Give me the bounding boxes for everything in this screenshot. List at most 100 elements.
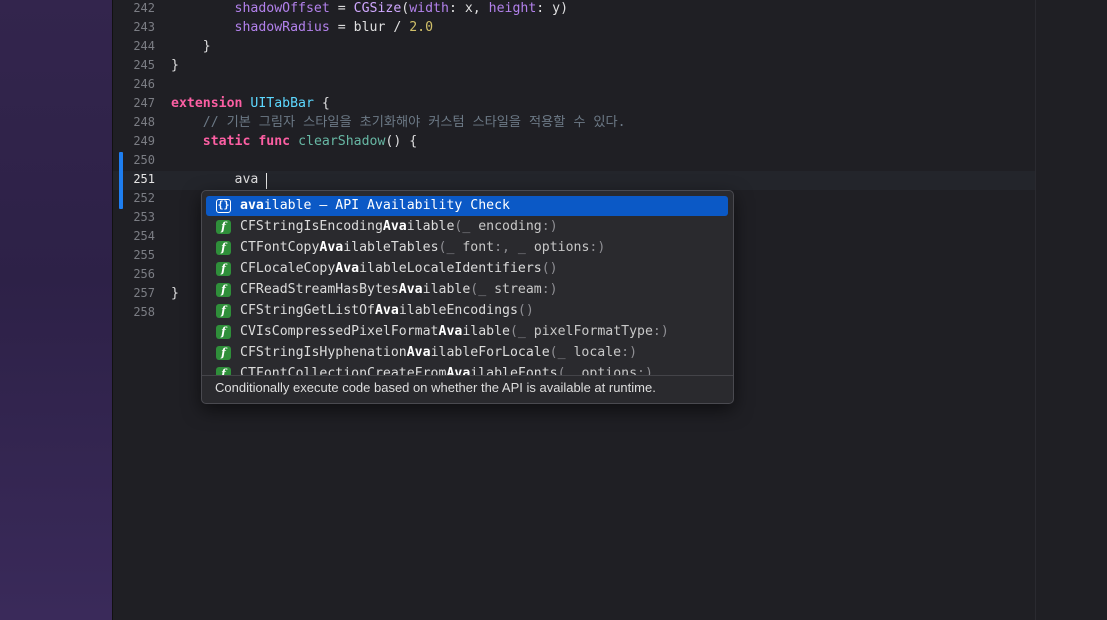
completion-item-label: CTFontCopyAvailableTables(_ font:, _ opt…	[240, 238, 605, 258]
label-part: CFReadStreamHasBytes	[240, 282, 399, 297]
code-token: height	[488, 1, 537, 16]
code-text[interactable]: shadowRadius = blur / 2.0	[171, 18, 434, 37]
line-number: 242	[133, 1, 155, 15]
line-number: 253	[133, 210, 155, 224]
code-line[interactable]: 251 ava	[113, 170, 1036, 189]
label-part: ilable	[462, 324, 510, 339]
line-number: 252	[133, 191, 155, 205]
label-part: Ava	[398, 282, 423, 297]
code-token: func	[258, 134, 291, 149]
code-line[interactable]: 250	[113, 151, 1036, 170]
function-icon: f	[216, 367, 231, 375]
code-line[interactable]: 245}	[113, 56, 1036, 75]
label-part: stream	[494, 282, 542, 297]
line-number: 243	[133, 20, 155, 34]
label-part: CTFontCopy	[240, 240, 320, 255]
code-token: CGSize	[353, 1, 402, 16]
function-icon: f	[216, 241, 231, 255]
completion-item-label: CFLocaleCopyAvailableLocaleIdentifiers()	[240, 259, 558, 279]
completion-item[interactable]: f CFStringGetListOfAvailableEncodings()	[206, 301, 728, 321]
code-text[interactable]: shadowOffset = CGSize(width: x, height: …	[171, 0, 569, 18]
label-part: ilableForLocale	[430, 345, 550, 360]
label-part: :)	[637, 366, 653, 375]
label-part: CFLocaleCopy	[240, 261, 336, 276]
completion-item-label: CFStringIsHyphenationAvailableForLocale(…	[240, 343, 637, 363]
code-token: UITabBar	[250, 96, 314, 111]
code-line[interactable]: 246	[113, 75, 1036, 94]
label-part: Ava	[319, 240, 344, 255]
completion-description: Conditionally execute code based on whet…	[215, 380, 656, 395]
label-part: (_	[549, 345, 574, 360]
completion-item[interactable]: f CFStringIsEncodingAvailable(_ encoding:…	[206, 217, 728, 237]
line-number: 256	[133, 267, 155, 281]
line-number: 248	[133, 115, 155, 129]
code-text[interactable]: ava	[171, 170, 259, 189]
line-number: 255	[133, 248, 155, 262]
braces-icon: {}	[216, 199, 231, 213]
label-part: Ava	[335, 261, 360, 276]
line-number: 247	[133, 96, 155, 110]
code-line[interactable]: 249 static func clearShadow() {	[113, 132, 1036, 151]
label-part: CFStringGetListOf	[240, 303, 375, 318]
label-part: :)	[541, 219, 558, 234]
completion-item[interactable]: f CFLocaleCopyAvailableLocaleIdentifiers(…	[206, 259, 728, 279]
code-text[interactable]: }	[171, 284, 179, 303]
label-part: font	[462, 240, 495, 255]
code-text[interactable]: extension UITabBar {	[171, 94, 330, 113]
label-part: options	[581, 366, 638, 375]
code-token: () {	[385, 134, 418, 149]
line-number: 251	[133, 172, 155, 186]
label-part: locale	[573, 345, 622, 360]
code-token: static	[202, 134, 251, 149]
label-part: ilableLocaleIdentifiers	[359, 261, 542, 276]
code-token: }	[171, 58, 179, 73]
completion-item[interactable]: f CFStringIsHyphenationAvailableForLocale…	[206, 343, 728, 363]
code-line[interactable]: 242 shadowOffset = CGSize(width: x, heig…	[113, 0, 1036, 18]
function-icon: f	[216, 346, 231, 360]
completion-item-selected[interactable]: {} available – API Availability Check	[206, 196, 728, 216]
code-token: }	[202, 39, 211, 54]
completion-item[interactable]: f CTFontCopyAvailableTables(_ font:, _ op…	[206, 238, 728, 258]
label-part: Ava	[446, 366, 471, 375]
code-line[interactable]: 243 shadowRadius = blur / 2.0	[113, 18, 1036, 37]
label-part: Ava	[382, 219, 407, 234]
completion-list[interactable]: {} available – API Availability Check f CFS…	[202, 195, 733, 375]
completion-item-label: available – API Availability Check	[240, 196, 510, 216]
label-part: Ava	[438, 324, 463, 339]
label-part: pixelFormatType	[533, 324, 653, 339]
label-part: encoding	[478, 219, 542, 234]
label-part: (_	[509, 324, 534, 339]
label-part: (_	[470, 282, 495, 297]
minimap[interactable]	[1035, 0, 1107, 620]
label-part: Ava	[374, 303, 399, 318]
code-line[interactable]: 244 }	[113, 37, 1036, 56]
code-text[interactable]: }	[171, 37, 211, 56]
label-part: :)	[621, 345, 638, 360]
function-icon: f	[216, 262, 231, 276]
code-line[interactable]: 247 extension UITabBar {	[113, 94, 1036, 113]
code-text[interactable]: static func clearShadow() {	[171, 132, 417, 151]
label-part: ilableTables	[343, 240, 439, 255]
completion-item[interactable]: f CVIsCompressedPixelFormatAvailable(_ pi…	[206, 322, 728, 342]
code-token: clearShadow	[298, 134, 386, 149]
code-token: ava	[234, 172, 259, 187]
code-token: extension	[171, 96, 243, 111]
code-line[interactable]: 248 // 기본 그림자 스타일을 초기화해야 커스텀 스타일을 적용할 수 …	[113, 113, 1036, 132]
code-text[interactable]: // 기본 그림자 스타일을 초기화해야 커스텀 스타일을 적용할 수 있다.	[171, 113, 626, 132]
code-completion-popup[interactable]: {} available – API Availability Check f CFS…	[201, 190, 734, 404]
label-part: ()	[517, 303, 534, 318]
code-token: : x,	[448, 1, 489, 16]
label-part: CTFontCollectionCreateFrom	[240, 366, 447, 375]
label-part: ilable	[422, 282, 471, 297]
code-text[interactable]: }	[171, 56, 179, 75]
completion-item-label: CVIsCompressedPixelFormatAvailable(_ pix…	[240, 322, 669, 342]
label-part: CFStringIsHyphenation	[240, 345, 407, 360]
code-token: width	[409, 1, 449, 16]
function-icon: f	[216, 325, 231, 339]
line-number: 258	[133, 305, 155, 319]
completion-item[interactable]: f CTFontCollectionCreateFromAvailableFont…	[206, 364, 728, 375]
line-number: 257	[133, 286, 155, 300]
label-part: ilable	[406, 219, 455, 234]
function-icon: f	[216, 283, 231, 297]
completion-item[interactable]: f CFReadStreamHasBytesAvailable(_ stream:…	[206, 280, 728, 300]
